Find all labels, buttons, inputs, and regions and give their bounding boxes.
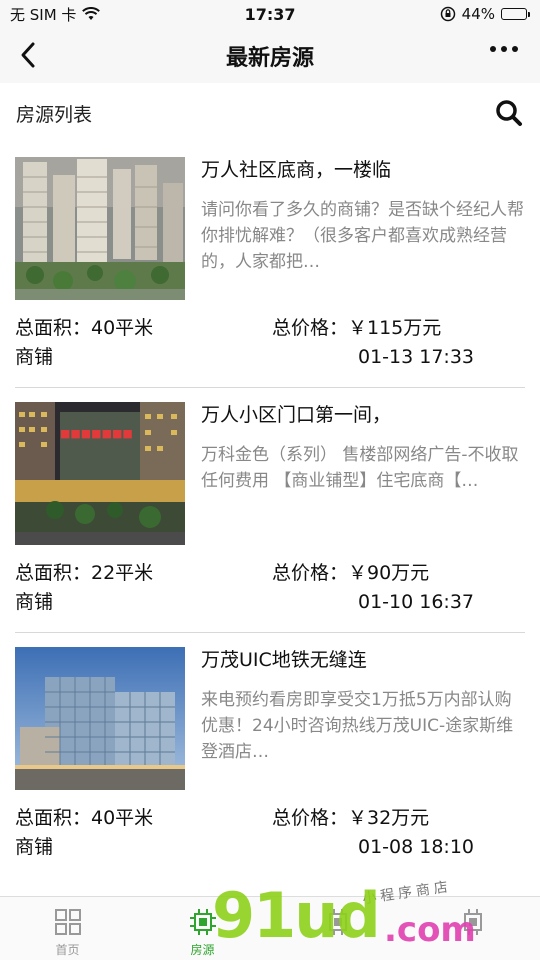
- listing-description: 请问你看了多久的商铺？是否缺个经纪人帮你排忧解难？（很多客户都喜欢成熟经营的，人…: [201, 200, 524, 272]
- listing-date: 01-13 17:33: [358, 346, 475, 368]
- more-options-icon[interactable]: [490, 46, 518, 52]
- battery-icon: [501, 8, 530, 20]
- tab-listings[interactable]: 房源: [135, 897, 270, 958]
- listing-type: 商铺: [15, 836, 54, 858]
- section-title: 房源列表: [16, 103, 93, 126]
- listing-price: 总价格：￥32万元: [272, 807, 430, 829]
- search-icon[interactable]: [494, 98, 524, 128]
- listing-description: 万科金色（系列） 售楼部网络广告-不收取任何费用 【商业铺型】住宅底商【…: [201, 445, 519, 491]
- nav-bar: 最新房源: [0, 28, 540, 83]
- listing-area: 总面积：22平米: [15, 562, 154, 584]
- listing-list: 万人社区底商，一楼临 请问你看了多久的商铺？是否缺个经纪人帮你排忧解难？（很多客…: [0, 143, 540, 878]
- tab-third[interactable]: [270, 897, 405, 941]
- listing-date: 01-10 16:37: [358, 591, 475, 613]
- listing-price: 总价格：￥90万元: [272, 562, 430, 584]
- listing-title: 万茂UIC地铁无缝连: [201, 649, 367, 671]
- page-title: 最新房源: [225, 45, 314, 71]
- listing-item[interactable]: 万人社区底商，一楼临 请问你看了多久的商铺？是否缺个经纪人帮你排忧解难？（很多客…: [15, 143, 525, 388]
- listing-thumbnail: [15, 157, 185, 300]
- listing-area: 总面积：40平米: [15, 317, 154, 339]
- section-header: 房源列表: [0, 83, 540, 143]
- listing-area: 总面积：40平米: [15, 807, 154, 829]
- tab-label: 房源: [190, 943, 215, 957]
- back-arrow-icon[interactable]: [14, 40, 44, 70]
- tab-home[interactable]: 首页: [0, 897, 135, 958]
- listing-item[interactable]: 万茂UIC地铁无缝连 来电预约看房即享受交1万抵5万内部认购优惠！24小时咨询热…: [15, 633, 525, 878]
- status-left: 无 SIM 卡: [10, 4, 101, 25]
- tab-fourth[interactable]: [405, 897, 540, 941]
- tab-bar: 首页 房源: [0, 896, 540, 960]
- listing-price: 总价格：￥115万元: [272, 317, 442, 339]
- chip-icon: [189, 909, 216, 935]
- carrier-label: 无 SIM 卡: [10, 5, 77, 24]
- status-time: 17:37: [244, 4, 296, 24]
- battery-percent: 44%: [461, 5, 495, 23]
- listing-title: 万人小区门口第一间，: [201, 404, 392, 426]
- listing-type: 商铺: [15, 591, 54, 613]
- listing-title: 万人社区底商，一楼临: [201, 159, 392, 181]
- orientation-lock-icon: [440, 6, 455, 22]
- listing-type: 商铺: [15, 346, 54, 368]
- listing-date: 01-08 18:10: [358, 836, 475, 858]
- status-bar: 无 SIM 卡 17:37 44%: [0, 0, 540, 28]
- tab-label: 首页: [55, 943, 80, 957]
- svg-text:■■■■■■■: ■■■■■■■: [60, 427, 133, 440]
- listing-thumbnail: ■■■■■■■: [15, 402, 185, 545]
- listing-item[interactable]: ■■■■■■■ 万人小区门口第一间， 万科金色（系列） 售楼部网络广告-不收取任…: [15, 388, 525, 633]
- status-right: 44%: [440, 5, 530, 23]
- listing-description: 来电预约看房即享受交1万抵5万内部认购优惠！24小时咨询热线万茂UIC-途家斯维…: [201, 690, 514, 762]
- chip-icon: [463, 909, 482, 935]
- listing-thumbnail: [15, 647, 185, 790]
- grid-icon: [54, 909, 81, 935]
- chip-icon: [328, 909, 347, 935]
- wifi-icon: [82, 7, 101, 20]
